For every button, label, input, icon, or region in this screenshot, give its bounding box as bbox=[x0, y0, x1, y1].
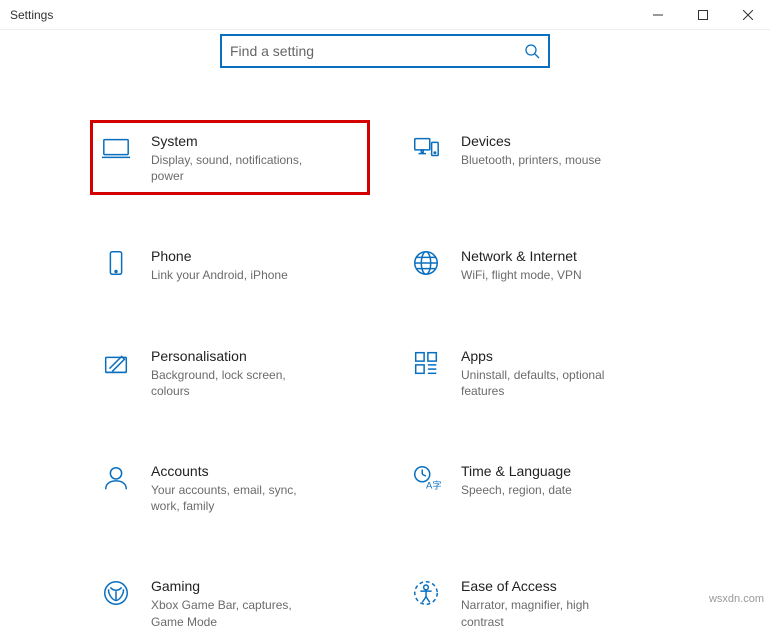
tile-gaming[interactable]: Gaming Xbox Game Bar, captures, Game Mod… bbox=[90, 565, 370, 640]
tile-network[interactable]: Network & Internet WiFi, flight mode, VP… bbox=[400, 235, 680, 294]
tile-subtitle: Your accounts, email, sync, work, family bbox=[151, 482, 321, 514]
tile-phone[interactable]: Phone Link your Android, iPhone bbox=[90, 235, 370, 294]
tile-title: Accounts bbox=[151, 463, 321, 479]
tile-subtitle: Link your Android, iPhone bbox=[151, 267, 288, 283]
tile-subtitle: Uninstall, defaults, optional features bbox=[461, 367, 631, 399]
tile-ease-of-access[interactable]: Ease of Access Narrator, magnifier, high… bbox=[400, 565, 680, 640]
search-row bbox=[0, 30, 770, 68]
tile-title: Devices bbox=[461, 133, 601, 149]
tile-time-language[interactable]: A字 Time & Language Speech, region, date bbox=[400, 450, 680, 525]
ease-of-access-icon bbox=[409, 576, 443, 610]
svg-text:A字: A字 bbox=[426, 479, 441, 490]
tile-subtitle: Background, lock screen, colours bbox=[151, 367, 321, 399]
window-controls bbox=[635, 0, 770, 30]
tile-system[interactable]: System Display, sound, notifications, po… bbox=[90, 120, 370, 195]
globe-icon bbox=[409, 246, 443, 280]
close-button[interactable] bbox=[725, 0, 770, 30]
tile-subtitle: Display, sound, notifications, power bbox=[151, 152, 321, 184]
tile-apps[interactable]: Apps Uninstall, defaults, optional featu… bbox=[400, 335, 680, 410]
tile-title: Network & Internet bbox=[461, 248, 582, 264]
tile-title: Time & Language bbox=[461, 463, 572, 479]
watermark: wsxdn.com bbox=[709, 593, 764, 605]
tile-subtitle: Narrator, magnifier, high contrast bbox=[461, 597, 631, 629]
time-language-icon: A字 bbox=[409, 461, 443, 495]
tile-subtitle: Speech, region, date bbox=[461, 482, 572, 498]
tile-title: Ease of Access bbox=[461, 578, 631, 594]
system-icon bbox=[99, 131, 133, 165]
maximize-button[interactable] bbox=[680, 0, 725, 30]
search-input[interactable] bbox=[230, 43, 524, 59]
search-box[interactable] bbox=[220, 34, 550, 68]
minimize-button[interactable] bbox=[635, 0, 680, 30]
paint-icon bbox=[99, 346, 133, 380]
tile-devices[interactable]: Devices Bluetooth, printers, mouse bbox=[400, 120, 680, 195]
tile-subtitle: WiFi, flight mode, VPN bbox=[461, 267, 582, 283]
tile-personalisation[interactable]: Personalisation Background, lock screen,… bbox=[90, 335, 370, 410]
apps-icon bbox=[409, 346, 443, 380]
search-icon bbox=[524, 43, 540, 59]
devices-icon bbox=[409, 131, 443, 165]
gaming-icon bbox=[99, 576, 133, 610]
tile-title: Personalisation bbox=[151, 348, 321, 364]
tile-subtitle: Bluetooth, printers, mouse bbox=[461, 152, 601, 168]
settings-grid: System Display, sound, notifications, po… bbox=[0, 68, 770, 641]
tile-subtitle: Xbox Game Bar, captures, Game Mode bbox=[151, 597, 321, 629]
window-title: Settings bbox=[10, 8, 53, 22]
phone-icon bbox=[99, 246, 133, 280]
tile-title: Gaming bbox=[151, 578, 321, 594]
tile-accounts[interactable]: Accounts Your accounts, email, sync, wor… bbox=[90, 450, 370, 525]
tile-title: System bbox=[151, 133, 321, 149]
tile-title: Phone bbox=[151, 248, 288, 264]
accounts-icon bbox=[99, 461, 133, 495]
titlebar: Settings bbox=[0, 0, 770, 30]
tile-title: Apps bbox=[461, 348, 631, 364]
